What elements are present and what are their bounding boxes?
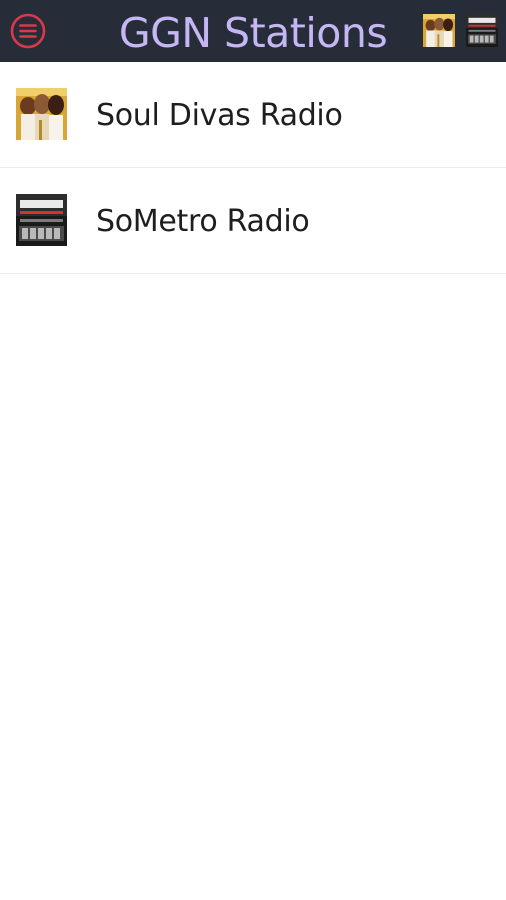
station-row-soul-divas[interactable]: Soul Divas Radio	[0, 62, 506, 168]
station-thumbnail	[16, 88, 67, 140]
soul-divas-thumbnail	[423, 14, 455, 47]
station-list: Soul Divas Radio SoMetro Radio	[0, 62, 506, 274]
hamburger-menu-icon	[10, 13, 46, 49]
station-name: Soul Divas Radio	[96, 98, 343, 133]
station-row-sometro[interactable]: SoMetro Radio	[0, 168, 506, 274]
soul-divas-thumbnail	[16, 88, 67, 140]
sometro-thumbnail	[16, 194, 67, 246]
app-bar: GGN Stations	[0, 0, 506, 62]
station-name: SoMetro Radio	[96, 204, 310, 239]
sometro-shortcut[interactable]	[466, 14, 498, 47]
soul-divas-shortcut[interactable]	[423, 14, 455, 47]
station-thumbnail	[16, 194, 67, 246]
sometro-thumbnail	[466, 14, 498, 47]
menu-button[interactable]	[10, 13, 46, 49]
